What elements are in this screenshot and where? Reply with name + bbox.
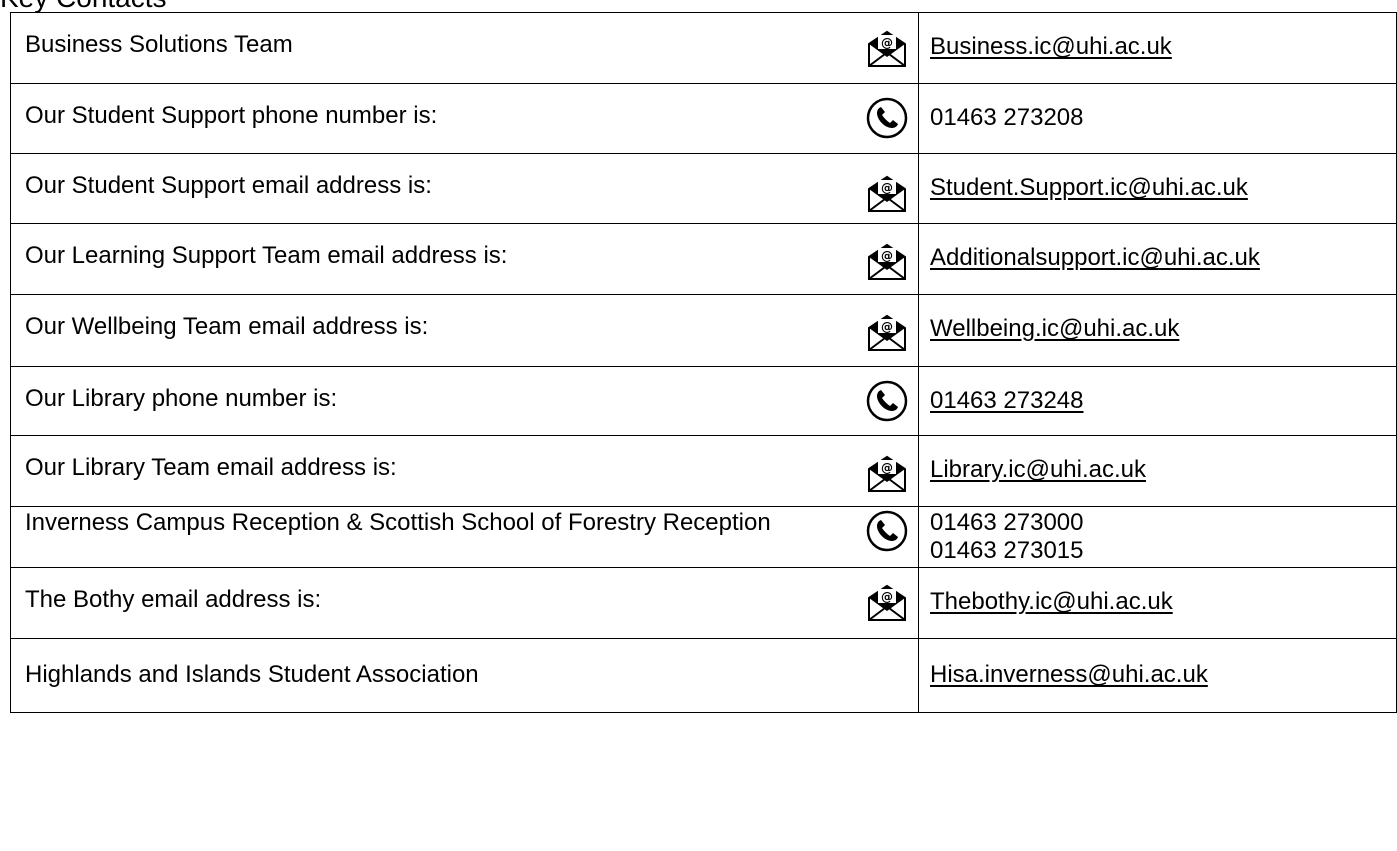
table-row: Our Student Support email address is: St… <box>10 153 1397 224</box>
contact-value-cell: Wellbeing.ic@uhi.ac.uk <box>918 294 1397 367</box>
contact-label-cell: Our Learning Support Team email address … <box>10 223 919 295</box>
page-heading: Key Contacts <box>0 0 167 12</box>
contact-value-cell: Business.ic@uhi.ac.uk <box>918 12 1397 84</box>
table-row: Our Student Support phone number is: 014… <box>10 83 1397 154</box>
contact-label: Our Wellbeing Team email address is: <box>25 313 429 340</box>
phone-icon <box>866 380 908 422</box>
contact-label: Highlands and Islands Student Associatio… <box>25 661 479 688</box>
email-icon <box>866 452 908 494</box>
phone-icon <box>866 97 908 139</box>
phone-number: 01463 273208 <box>930 104 1084 131</box>
contact-label: Business Solutions Team <box>25 31 293 58</box>
email-link[interactable]: Thebothy.ic@uhi.ac.uk <box>930 588 1173 615</box>
table-row: Our Wellbeing Team email address is: Wel… <box>10 294 1397 367</box>
contact-label: Our Student Support phone number is: <box>25 102 438 129</box>
table-row: Our Library phone number is: 01463 27324… <box>10 366 1397 436</box>
email-icon <box>866 240 908 282</box>
email-icon <box>866 311 908 353</box>
phone-link[interactable]: 01463 273248 <box>930 387 1084 414</box>
email-icon <box>866 581 908 623</box>
contact-label-cell: Our Student Support phone number is: <box>10 83 919 154</box>
contact-label-cell: Inverness Campus Reception & Scottish Sc… <box>10 506 919 568</box>
email-link[interactable]: Library.ic@uhi.ac.uk <box>930 456 1146 483</box>
contact-value-cell: 01463 273248 <box>918 366 1397 436</box>
contact-value-cell: Hisa.inverness@uhi.ac.uk <box>918 638 1397 713</box>
contact-label-cell: Our Wellbeing Team email address is: <box>10 294 919 367</box>
key-contacts-table: Business Solutions Team Business.ic@uhi.… <box>10 12 1397 713</box>
contact-label: Our Student Support email address is: <box>25 172 432 199</box>
contact-value-cell: 01463 273000 01463 273015 <box>918 506 1397 568</box>
contact-label-cell: Our Student Support email address is: <box>10 153 919 224</box>
contact-label: Our Learning Support Team email address … <box>25 242 508 269</box>
email-link[interactable]: Hisa.inverness@uhi.ac.uk <box>930 661 1208 688</box>
contact-value-cell: Additionalsupport.ic@uhi.ac.uk <box>918 223 1397 295</box>
contact-label: Our Library phone number is: <box>25 385 338 412</box>
contact-value-cell: Library.ic@uhi.ac.uk <box>918 435 1397 507</box>
contact-label-cell: Our Library Team email address is: <box>10 435 919 507</box>
contact-label-cell: Business Solutions Team <box>10 12 919 84</box>
table-row: The Bothy email address is: Thebothy.ic@… <box>10 567 1397 639</box>
table-row: Business Solutions Team Business.ic@uhi.… <box>10 12 1397 84</box>
contact-label-cell: The Bothy email address is: <box>10 567 919 639</box>
contact-label-cell: Our Library phone number is: <box>10 366 919 436</box>
contact-value-cell: Thebothy.ic@uhi.ac.uk <box>918 567 1397 639</box>
contact-value-cell: 01463 273208 <box>918 83 1397 154</box>
contact-value-cell: Student.Support.ic@uhi.ac.uk <box>918 153 1397 224</box>
contact-label: The Bothy email address is: <box>25 586 322 613</box>
email-link[interactable]: Business.ic@uhi.ac.uk <box>930 33 1172 60</box>
email-link[interactable]: Wellbeing.ic@uhi.ac.uk <box>930 315 1179 342</box>
email-icon <box>866 27 908 69</box>
email-link[interactable]: Additionalsupport.ic@uhi.ac.uk <box>930 244 1260 271</box>
phone-icon <box>866 510 908 552</box>
phone-number: 01463 273015 <box>930 537 1084 564</box>
contact-label: Inverness Campus Reception & Scottish Sc… <box>25 509 771 536</box>
email-icon <box>866 172 908 214</box>
contact-label-cell: Highlands and Islands Student Associatio… <box>10 638 919 713</box>
email-link[interactable]: Student.Support.ic@uhi.ac.uk <box>930 174 1248 201</box>
contact-label: Our Library Team email address is: <box>25 454 397 481</box>
table-row: Our Library Team email address is: Libra… <box>10 435 1397 507</box>
phone-number: 01463 273000 <box>930 509 1084 536</box>
table-row: Highlands and Islands Student Associatio… <box>10 638 1397 713</box>
table-row: Inverness Campus Reception & Scottish Sc… <box>10 506 1397 568</box>
table-row: Our Learning Support Team email address … <box>10 223 1397 295</box>
